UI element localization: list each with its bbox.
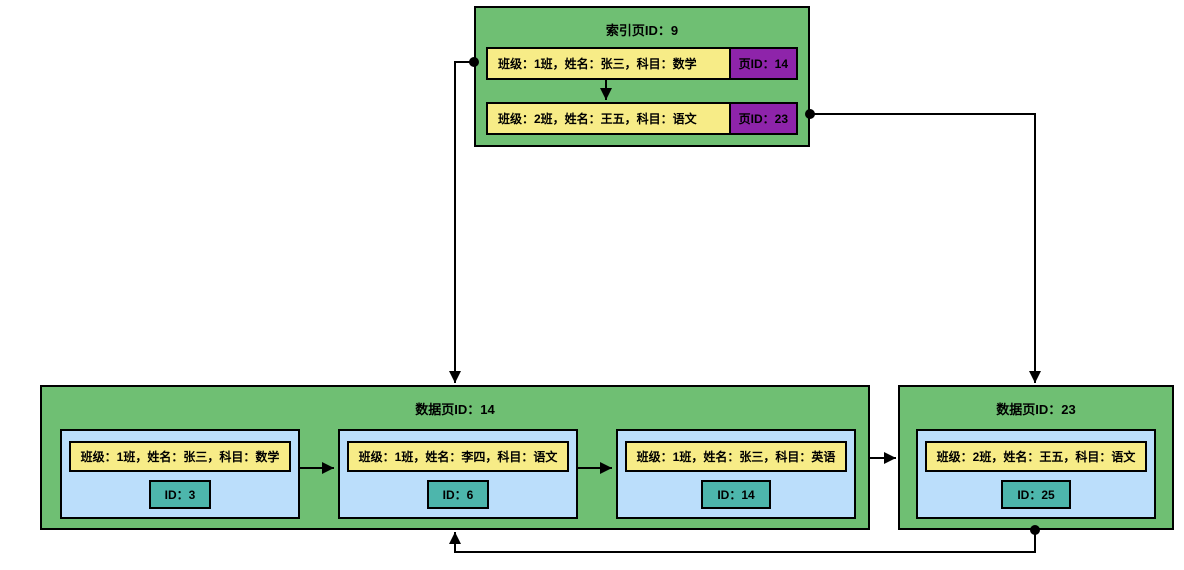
index-page: 索引页ID：9 班级：1班，姓名：张三，科目：数学 页ID：14 班级：2班，姓… (474, 6, 810, 147)
record-key: 班级：1班，姓名：张三，科目：数学 (69, 441, 292, 472)
record-id: ID：14 (701, 480, 770, 509)
record-id: ID：25 (1001, 480, 1070, 509)
index-key: 班级：2班，姓名：王五，科目：语文 (488, 104, 731, 133)
data-page: 数据页ID：23 班级：2班，姓名：王五，科目：语文 ID：25 (898, 385, 1174, 530)
record-key: 班级：2班，姓名：王五，科目：语文 (925, 441, 1148, 472)
data-page: 数据页ID：14 班级：1班，姓名：张三，科目：数学 ID：3 班级：1班，姓名… (40, 385, 870, 530)
record-id: ID：6 (427, 480, 490, 509)
index-row: 班级：2班，姓名：王五，科目：语文 页ID：23 (486, 102, 798, 135)
data-page-title: 数据页ID：23 (910, 395, 1162, 426)
index-page-id: 页ID：14 (731, 49, 796, 78)
data-page-title: 数据页ID：14 (52, 395, 858, 426)
record-key: 班级：1班，姓名：张三，科目：英语 (625, 441, 848, 472)
record-id: ID：3 (149, 480, 212, 509)
diagram-canvas: 索引页ID：9 班级：1班，姓名：张三，科目：数学 页ID：14 班级：2班，姓… (0, 0, 1184, 570)
index-page-id: 页ID：23 (731, 104, 796, 133)
record-key: 班级：1班，姓名：李四，科目：语文 (347, 441, 570, 472)
index-row: 班级：1班，姓名：张三，科目：数学 页ID：14 (486, 47, 798, 80)
index-key: 班级：1班，姓名：张三，科目：数学 (488, 49, 731, 78)
data-record: 班级：1班，姓名：张三，科目：数学 ID：3 (60, 429, 300, 519)
index-page-title: 索引页ID：9 (486, 16, 798, 47)
data-record: 班级：1班，姓名：李四，科目：语文 ID：6 (338, 429, 578, 519)
data-record: 班级：2班，姓名：王五，科目：语文 ID：25 (916, 429, 1156, 519)
data-record: 班级：1班，姓名：张三，科目：英语 ID：14 (616, 429, 856, 519)
